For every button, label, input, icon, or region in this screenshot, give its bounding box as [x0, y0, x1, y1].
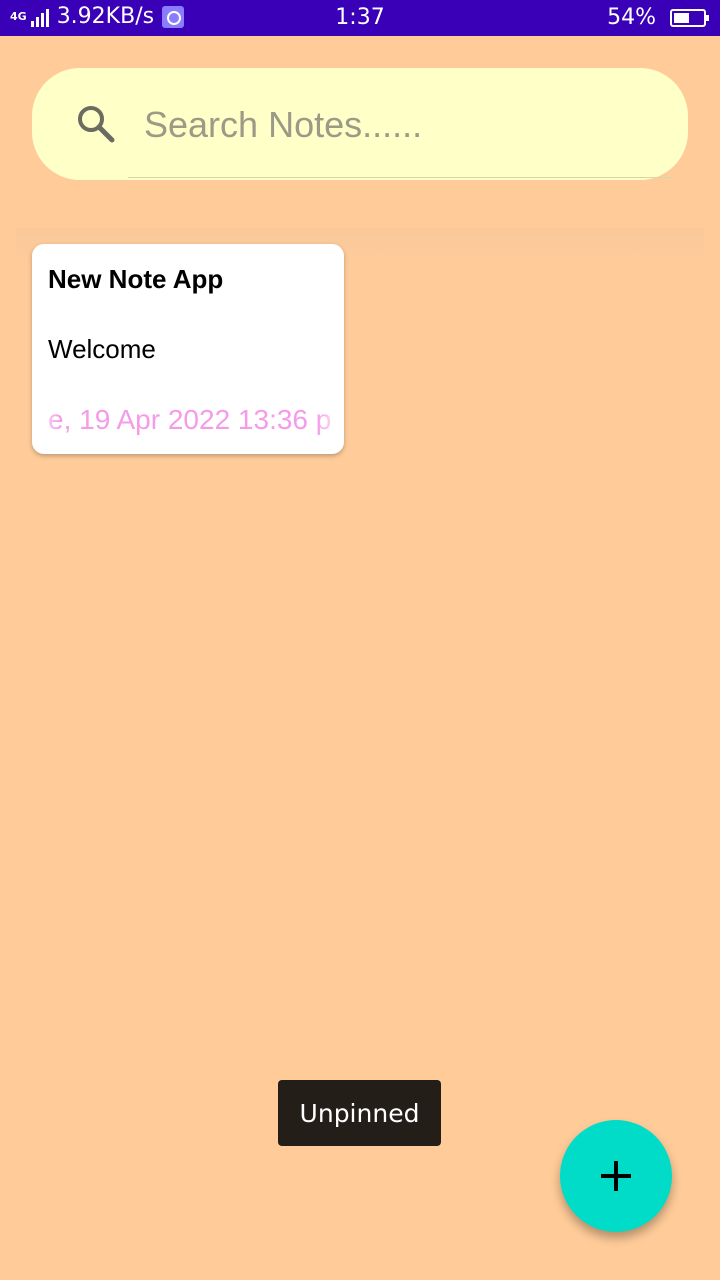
status-bar: 4G 3.92KB/s 1:37 54% — [0, 0, 720, 36]
search-input[interactable] — [128, 96, 672, 178]
note-card[interactable]: New Note App Welcome e, 19 Apr 2022 13:3… — [32, 244, 344, 454]
note-title: New Note App — [48, 264, 224, 294]
battery-icon — [670, 8, 709, 27]
toast: Unpinned — [278, 1080, 441, 1146]
status-right: 54% — [607, 5, 709, 30]
search-icon[interactable] — [76, 104, 116, 144]
note-body: Welcome — [48, 334, 156, 364]
battery-percent: 54% — [607, 5, 656, 30]
note-date: e, 19 Apr 2022 13:36 p — [32, 404, 344, 440]
plus-icon — [601, 1161, 631, 1191]
battery-fill — [674, 12, 690, 23]
add-note-button[interactable] — [560, 1120, 672, 1232]
note-date-text: e, 19 Apr 2022 13:36 p — [48, 404, 332, 435]
